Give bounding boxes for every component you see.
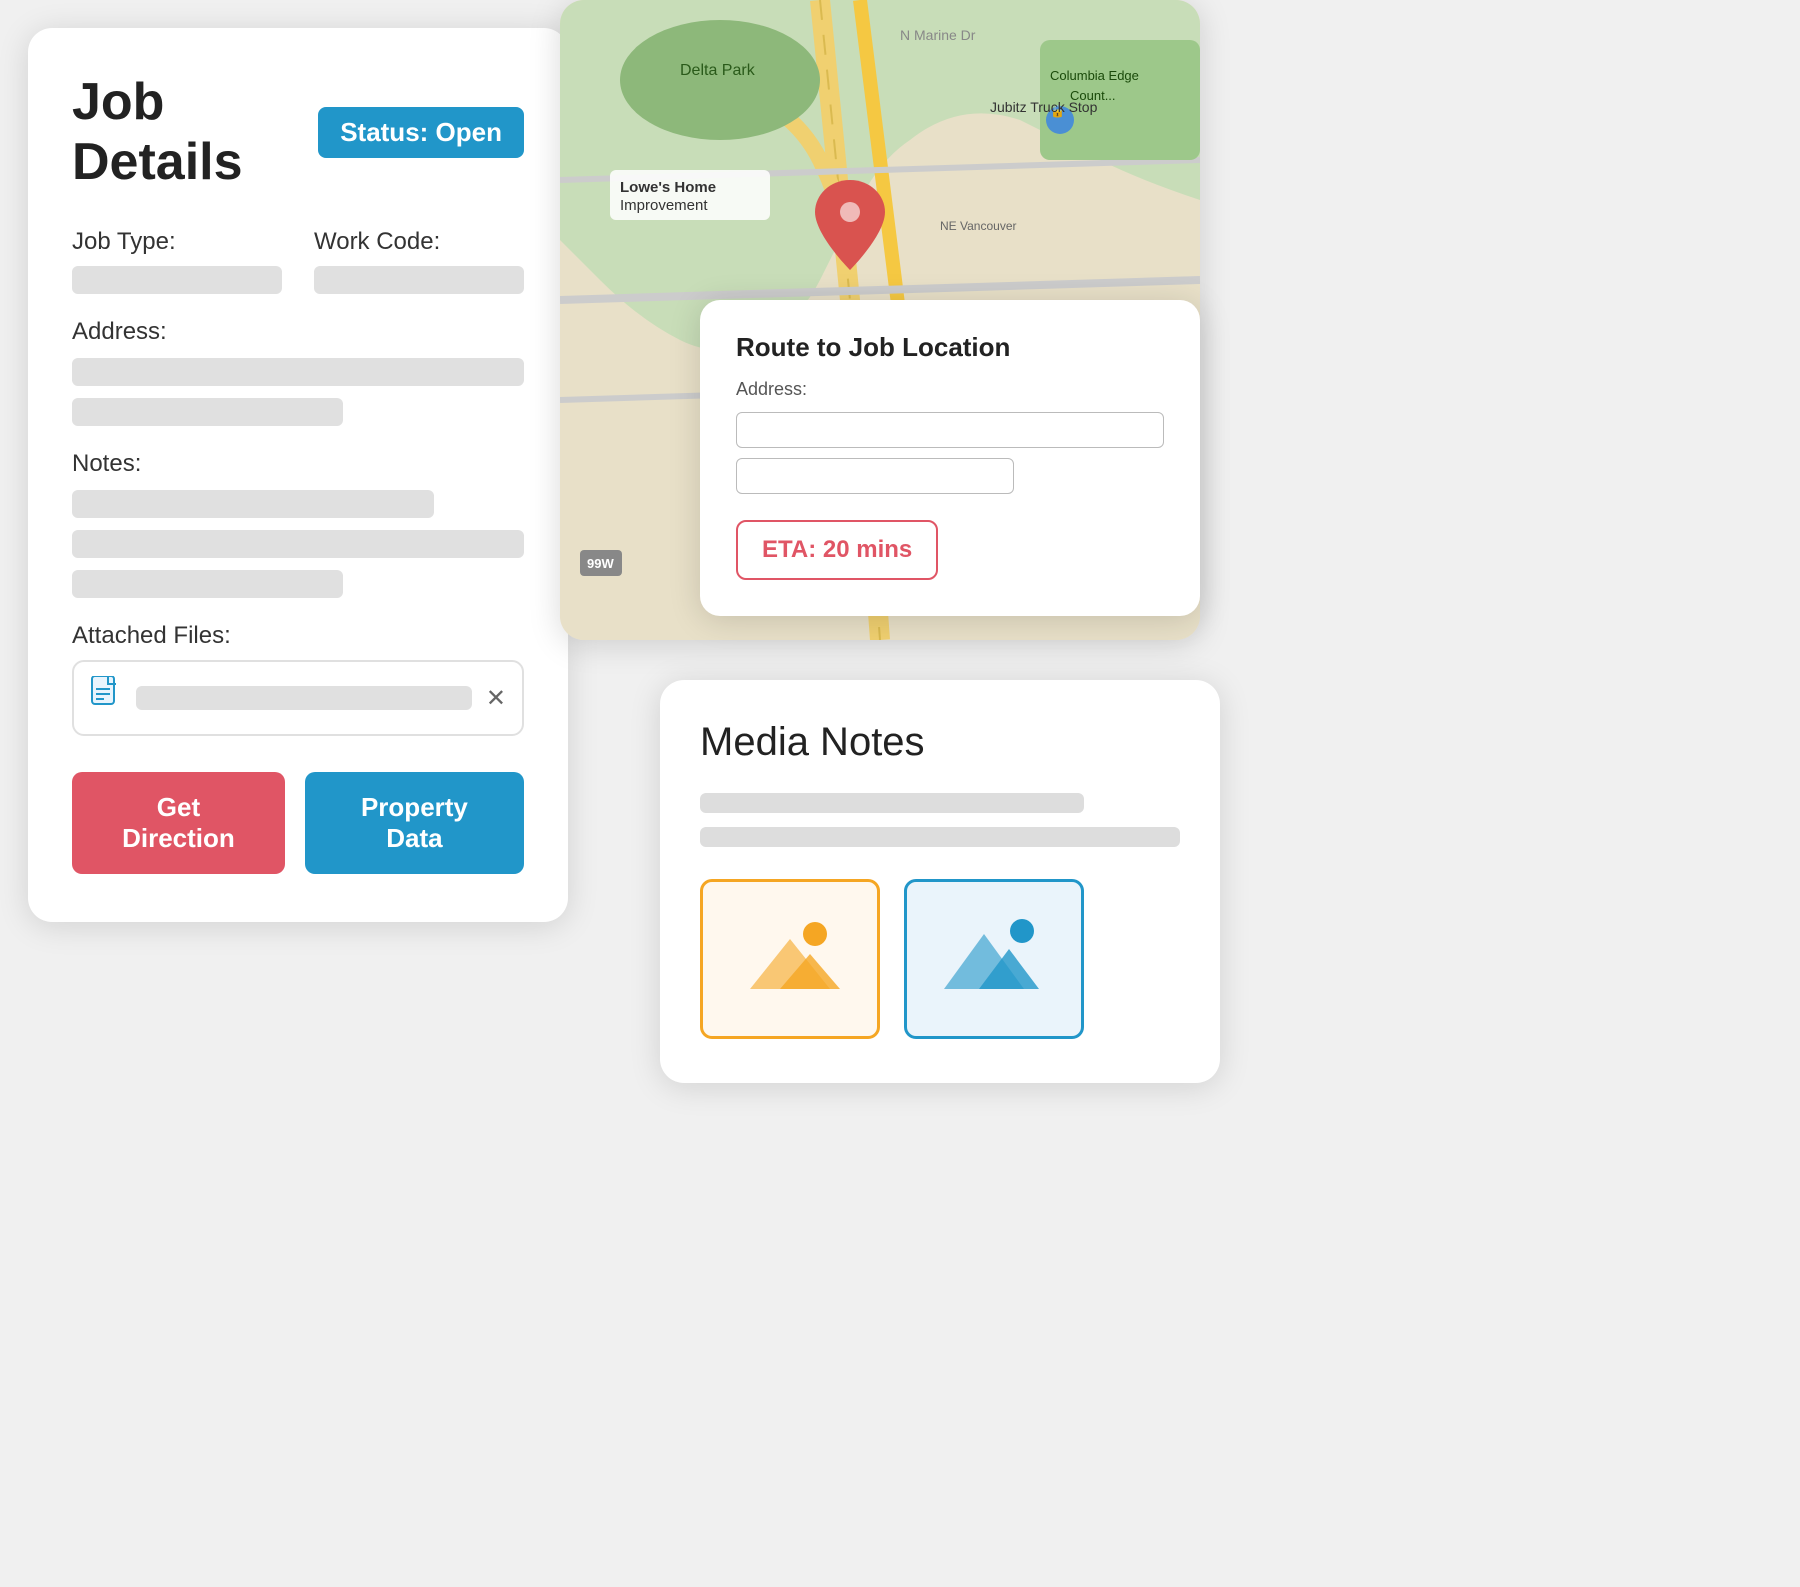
media-notes-title: Media Notes — [700, 720, 1180, 765]
svg-text:Columbia Edge: Columbia Edge — [1050, 68, 1139, 83]
svg-text:Jubitz Truck Stop: Jubitz Truck Stop — [990, 99, 1098, 115]
file-close-icon[interactable]: ✕ — [486, 684, 506, 713]
address-section: Address: — [72, 318, 524, 426]
job-type-work-code-row: Job Type: Work Code: — [72, 228, 524, 294]
attached-files-label: Attached Files: — [72, 622, 524, 650]
work-code-value — [314, 266, 524, 294]
svg-text:NE Vancouver: NE Vancouver — [940, 219, 1016, 233]
route-card: Route to Job Location Address: ETA: 20 m… — [700, 300, 1200, 616]
svg-text:Improvement: Improvement — [620, 197, 708, 214]
status-badge: Status: Open — [318, 107, 524, 158]
svg-text:N Marine Dr: N Marine Dr — [900, 27, 976, 43]
route-address-input-2[interactable] — [736, 458, 1014, 494]
address-label: Address: — [72, 318, 524, 346]
work-code-group: Work Code: — [314, 228, 524, 294]
work-code-label: Work Code: — [314, 228, 524, 256]
card-header: Job Details Status: Open — [72, 72, 524, 192]
status-value: Open — [436, 117, 502, 147]
route-title: Route to Job Location — [736, 332, 1164, 363]
orange-image-icon — [730, 909, 850, 1009]
route-address-label: Address: — [736, 379, 1164, 400]
media-notes-card: Media Notes — [660, 680, 1220, 1083]
notes-line-1 — [72, 490, 434, 518]
media-images — [700, 879, 1180, 1039]
notes-line-3 — [72, 570, 343, 598]
media-bars — [700, 793, 1180, 847]
svg-text:99W: 99W — [587, 556, 614, 571]
notes-value-stack — [72, 490, 524, 598]
media-bar-2 — [700, 827, 1180, 847]
eta-badge: ETA: 20 mins — [736, 520, 938, 580]
address-line-1 — [72, 358, 524, 386]
route-address-input-1[interactable] — [736, 412, 1164, 448]
job-details-card: Job Details Status: Open Job Type: Work … — [28, 28, 568, 922]
address-line-2 — [72, 398, 343, 426]
job-type-group: Job Type: — [72, 228, 282, 294]
file-document-icon — [90, 676, 122, 720]
job-details-title: Job Details — [72, 72, 318, 192]
action-buttons: Get Direction Property Data — [72, 772, 524, 874]
property-data-button[interactable]: Property Data — [305, 772, 524, 874]
svg-text:Lowe's Home: Lowe's Home — [620, 179, 716, 196]
blue-image-icon — [934, 909, 1054, 1009]
file-item: ✕ — [72, 660, 524, 736]
eta-text: ETA: 20 mins — [762, 536, 912, 563]
job-type-label: Job Type: — [72, 228, 282, 256]
attached-files-section: Attached Files: ✕ — [72, 622, 524, 736]
svg-text:Delta Park: Delta Park — [680, 62, 756, 79]
status-label: Status: — [340, 117, 428, 147]
media-image-blue[interactable] — [904, 879, 1084, 1039]
job-type-value — [72, 266, 282, 294]
media-image-orange[interactable] — [700, 879, 880, 1039]
address-value-stack — [72, 358, 524, 426]
file-name — [136, 686, 472, 710]
notes-line-2 — [72, 530, 524, 558]
get-direction-button[interactable]: Get Direction — [72, 772, 285, 874]
media-bar-1 — [700, 793, 1084, 813]
notes-section: Notes: — [72, 450, 524, 598]
notes-label: Notes: — [72, 450, 524, 478]
